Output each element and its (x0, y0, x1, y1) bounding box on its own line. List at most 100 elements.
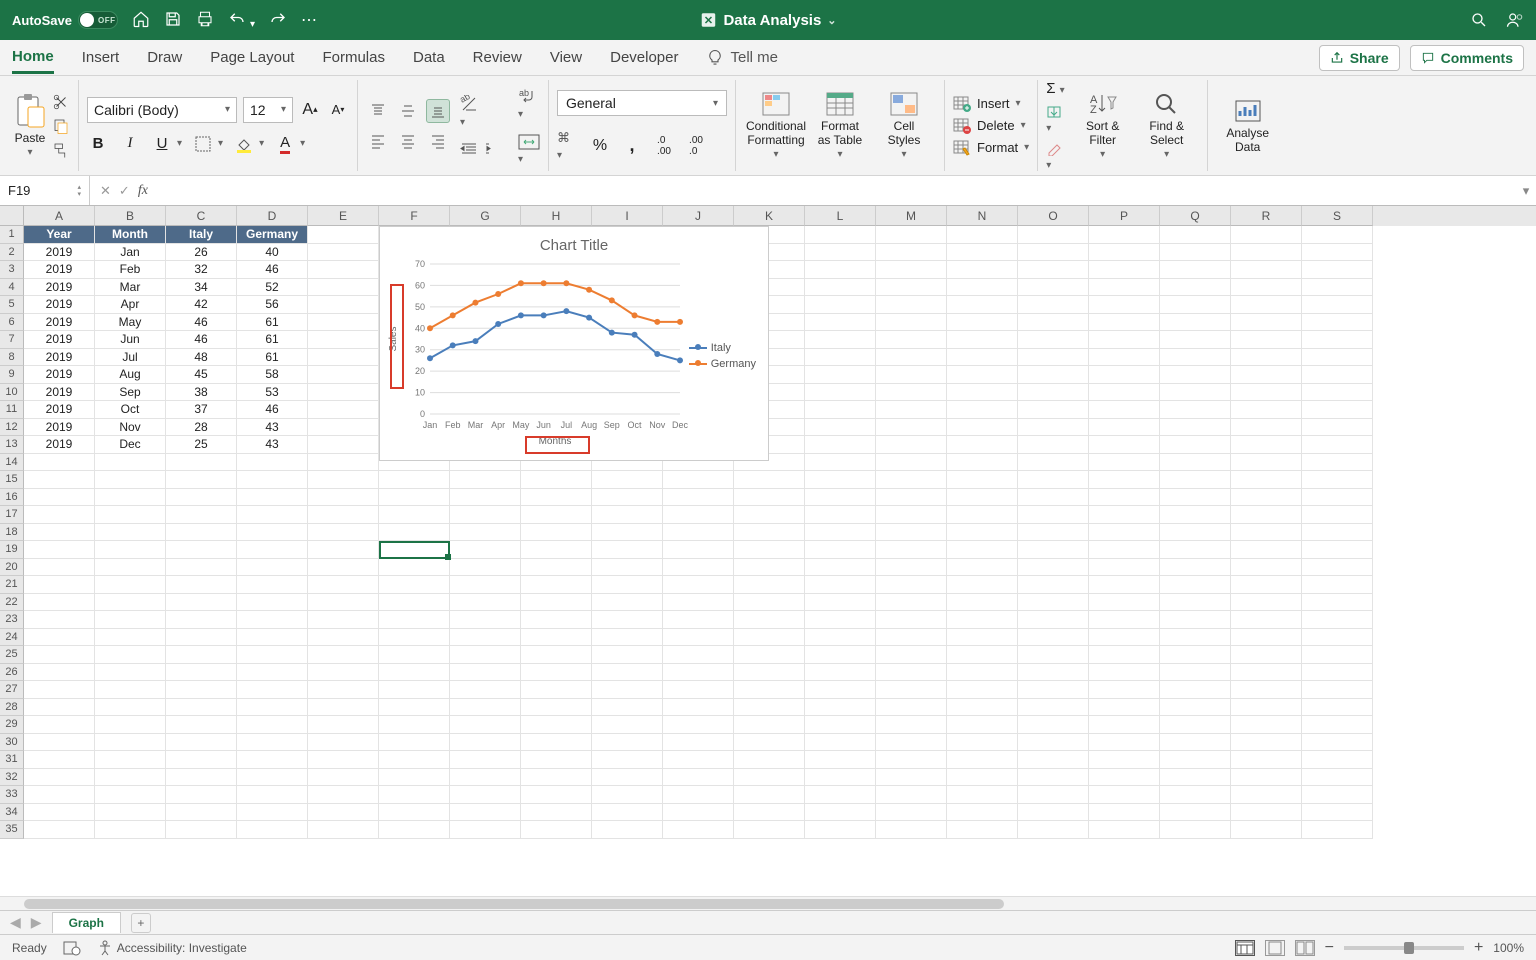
cell[interactable]: 26 (166, 244, 237, 262)
cell[interactable] (308, 384, 379, 402)
analyse-data-button[interactable]: Analyse Data (1216, 98, 1280, 154)
cell[interactable] (1089, 734, 1160, 752)
cell[interactable] (308, 734, 379, 752)
column-header[interactable]: M (876, 206, 947, 226)
cell[interactable] (805, 734, 876, 752)
expand-formula-bar-icon[interactable]: ▾ (1516, 176, 1536, 205)
cell[interactable] (805, 629, 876, 647)
cell[interactable] (876, 279, 947, 297)
cell[interactable] (805, 594, 876, 612)
cell[interactable] (947, 454, 1018, 472)
cell[interactable] (947, 769, 1018, 787)
column-header[interactable]: I (592, 206, 663, 226)
cell[interactable] (521, 524, 592, 542)
cell[interactable]: 28 (166, 419, 237, 437)
cell[interactable] (450, 681, 521, 699)
cell[interactable] (450, 821, 521, 839)
cell[interactable] (308, 226, 379, 244)
cell[interactable] (24, 769, 95, 787)
cell[interactable] (379, 786, 450, 804)
tab-view[interactable]: View (550, 43, 582, 72)
cell[interactable] (1302, 401, 1373, 419)
cell[interactable] (1160, 226, 1231, 244)
cell[interactable]: 38 (166, 384, 237, 402)
fill-color-button[interactable] (233, 133, 255, 155)
cell[interactable] (592, 471, 663, 489)
row-header[interactable]: 20 (0, 559, 24, 577)
cell[interactable] (1018, 751, 1089, 769)
cell[interactable] (24, 471, 95, 489)
cell[interactable] (876, 559, 947, 577)
column-header[interactable]: R (1231, 206, 1302, 226)
tab-home[interactable]: Home (12, 42, 54, 74)
cell[interactable]: 2019 (24, 244, 95, 262)
name-box[interactable]: F19 ▴▾ (0, 176, 90, 205)
cell[interactable] (24, 489, 95, 507)
paste-button[interactable]: Paste ▾ (14, 93, 46, 158)
cell[interactable] (379, 524, 450, 542)
cell[interactable] (1089, 489, 1160, 507)
cell[interactable] (237, 681, 308, 699)
cell[interactable] (947, 471, 1018, 489)
cell[interactable] (876, 821, 947, 839)
cell[interactable] (592, 716, 663, 734)
cell[interactable] (24, 699, 95, 717)
cell[interactable] (1018, 804, 1089, 822)
tab-formulas[interactable]: Formulas (322, 43, 385, 72)
cell[interactable] (95, 454, 166, 472)
cell[interactable] (1018, 366, 1089, 384)
cell[interactable] (379, 594, 450, 612)
cell[interactable] (237, 786, 308, 804)
cell[interactable] (95, 699, 166, 717)
cell[interactable] (592, 541, 663, 559)
conditional-formatting-button[interactable]: Conditional Formatting▾ (744, 91, 808, 160)
cell[interactable]: 46 (166, 314, 237, 332)
share-button[interactable]: Share (1319, 45, 1400, 71)
row-header[interactable]: 30 (0, 734, 24, 752)
align-middle-icon[interactable] (396, 99, 420, 123)
cell[interactable] (521, 559, 592, 577)
cell[interactable] (663, 611, 734, 629)
row-header[interactable]: 9 (0, 366, 24, 384)
cell[interactable] (1231, 541, 1302, 559)
cell[interactable] (450, 594, 521, 612)
cell[interactable] (166, 734, 237, 752)
cell[interactable] (663, 734, 734, 752)
cell[interactable] (734, 524, 805, 542)
cell[interactable]: 2019 (24, 279, 95, 297)
cell[interactable] (95, 471, 166, 489)
row-header[interactable]: 15 (0, 471, 24, 489)
row-header[interactable]: 10 (0, 384, 24, 402)
cell[interactable] (1302, 786, 1373, 804)
cell[interactable] (1231, 314, 1302, 332)
cell[interactable] (1231, 349, 1302, 367)
cell[interactable] (1018, 471, 1089, 489)
cell[interactable] (308, 751, 379, 769)
cell[interactable] (1302, 804, 1373, 822)
cell[interactable] (1018, 226, 1089, 244)
cell[interactable] (947, 244, 1018, 262)
cell[interactable]: 53 (237, 384, 308, 402)
column-header[interactable]: Q (1160, 206, 1231, 226)
cell[interactable] (95, 716, 166, 734)
cell[interactable] (1302, 489, 1373, 507)
cell[interactable] (95, 664, 166, 682)
cell[interactable] (379, 489, 450, 507)
cell[interactable] (876, 769, 947, 787)
cell[interactable] (734, 471, 805, 489)
font-name-select[interactable]: Calibri (Body)▾ (87, 97, 237, 123)
cell[interactable] (947, 751, 1018, 769)
cell[interactable] (1302, 681, 1373, 699)
cell[interactable] (1089, 681, 1160, 699)
cell[interactable] (876, 716, 947, 734)
cell[interactable] (1018, 559, 1089, 577)
cell[interactable] (876, 524, 947, 542)
cell[interactable] (876, 226, 947, 244)
cell[interactable] (237, 751, 308, 769)
cell[interactable] (1160, 541, 1231, 559)
cell[interactable]: 56 (237, 296, 308, 314)
cell[interactable] (876, 349, 947, 367)
cell[interactable] (1018, 646, 1089, 664)
cell[interactable] (876, 296, 947, 314)
cell[interactable] (1160, 629, 1231, 647)
